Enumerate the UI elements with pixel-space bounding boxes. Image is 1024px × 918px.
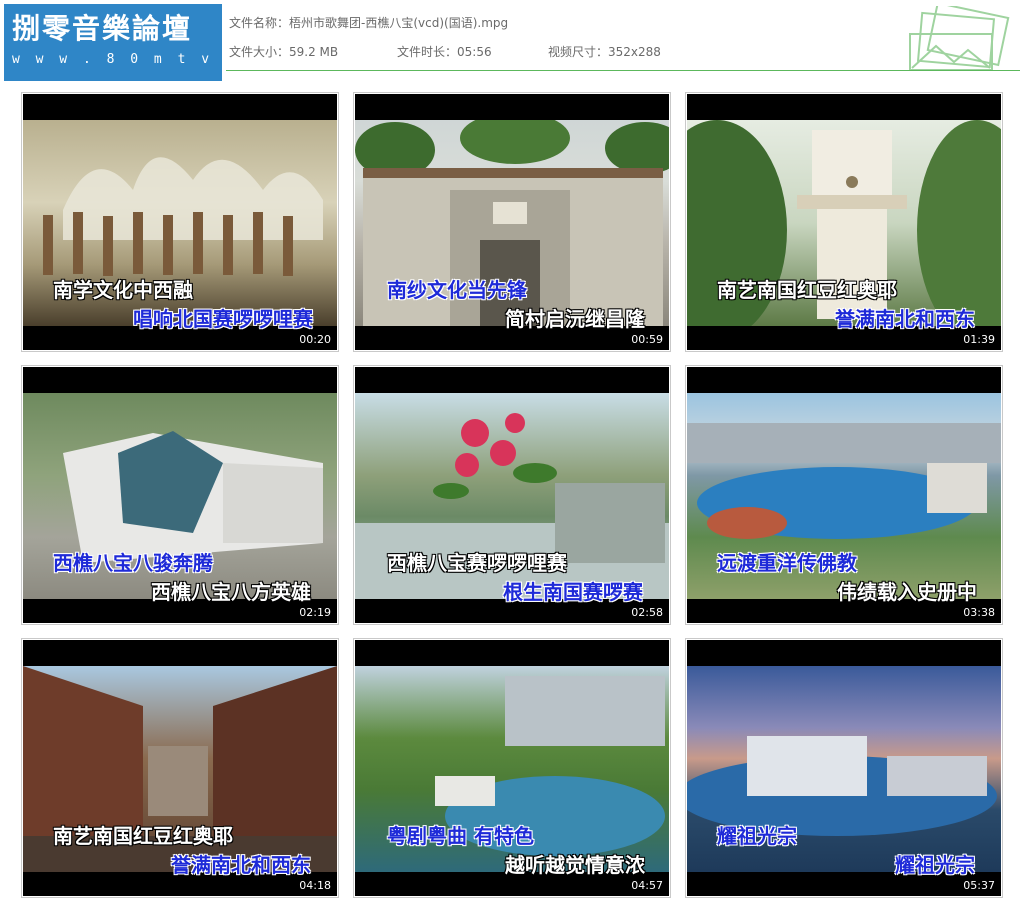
- lyric-line: 简村启沅继昌隆: [505, 307, 645, 331]
- lyric-line-highlight: 耀祖光宗: [895, 853, 975, 877]
- lyric-line: 伟绩载入史册中: [837, 580, 977, 604]
- file-name: 文件名称：梧州市歌舞团-西樵八宝(vcd)(国语).mpg: [229, 16, 509, 30]
- lyric-line-highlight: 誉满南北和西东: [171, 853, 311, 877]
- file-duration: 文件时长：05:56: [397, 45, 492, 59]
- lyric-line: 南艺南国红豆红奥耶: [53, 824, 233, 848]
- lyric-line-highlight: 耀祖光宗: [717, 824, 797, 848]
- thumbnail-4[interactable]: 西樵八宝八骏奔腾 西樵八宝八方英雄 02:19: [21, 365, 339, 625]
- timestamp: 04:18: [299, 879, 331, 892]
- thumbnail-7[interactable]: 南艺南国红豆红奥耶 誉满南北和西东 04:18: [21, 638, 339, 898]
- timestamp: 00:20: [299, 333, 331, 346]
- thumbnail-3[interactable]: 南艺南国红豆红奥耶 誉满南北和西东 01:39: [685, 92, 1003, 352]
- lyric-line-highlight: 根生南国赛啰赛: [503, 580, 643, 604]
- timestamp: 02:19: [299, 606, 331, 619]
- forum-logo: 捌零音樂論壇 w w w . 8 0 m t v . c o m: [4, 4, 308, 81]
- lyric-line-highlight: 唱响北国赛啰啰哩赛: [133, 307, 313, 331]
- timestamp: 05:37: [963, 879, 995, 892]
- timestamp: 02:58: [631, 606, 663, 619]
- thumbnail-5[interactable]: 西樵八宝赛啰啰哩赛 根生南国赛啰赛 02:58: [353, 365, 671, 625]
- lyric-line-highlight: 誉满南北和西东: [835, 307, 975, 331]
- file-size: 文件大小：59.2 MB: [229, 45, 339, 59]
- lyric-line: 南学文化中西融: [53, 278, 193, 302]
- thumbnail-6[interactable]: 远渡重洋传佛教 伟绩载入史册中 03:38: [685, 365, 1003, 625]
- lyric-line-highlight: 粤剧粤曲 有特色: [387, 824, 534, 848]
- lyric-line-highlight: 南纱文化当先锋: [387, 278, 527, 302]
- thumbnail-8[interactable]: 粤剧粤曲 有特色 越听越觉情意浓 04:57: [353, 638, 671, 898]
- timestamp: 03:38: [963, 606, 995, 619]
- thumbnail-9[interactable]: 耀祖光宗 耀祖光宗 05:37: [685, 638, 1003, 898]
- lyric-line: 南艺南国红豆红奥耶: [717, 278, 897, 302]
- thumbnail-2[interactable]: 南纱文化当先锋 简村启沅继昌隆 00:59: [353, 92, 671, 352]
- lyric-line: 西樵八宝八方英雄: [151, 580, 311, 604]
- thumbnail-1[interactable]: 南学文化中西融 唱响北国赛啰啰哩赛 00:20: [21, 92, 339, 352]
- logo-url: w w w . 8 0 m t v . c o m: [12, 52, 308, 67]
- logo-title: 捌零音樂論壇: [12, 12, 193, 45]
- lyric-line-highlight: 西樵八宝八骏奔腾: [53, 551, 213, 575]
- timestamp: 04:57: [631, 879, 663, 892]
- lyric-line: 西樵八宝赛啰啰哩赛: [387, 551, 567, 575]
- header-divider: [226, 70, 1020, 71]
- timestamp: 00:59: [631, 333, 663, 346]
- timestamp: 01:39: [963, 333, 995, 346]
- lyric-line: 越听越觉情意浓: [505, 853, 645, 877]
- lyric-line-highlight: 远渡重洋传佛教: [717, 551, 857, 575]
- picture-frames-icon: [909, 6, 1010, 71]
- video-dimensions: 视频尺寸：352x288: [548, 45, 661, 59]
